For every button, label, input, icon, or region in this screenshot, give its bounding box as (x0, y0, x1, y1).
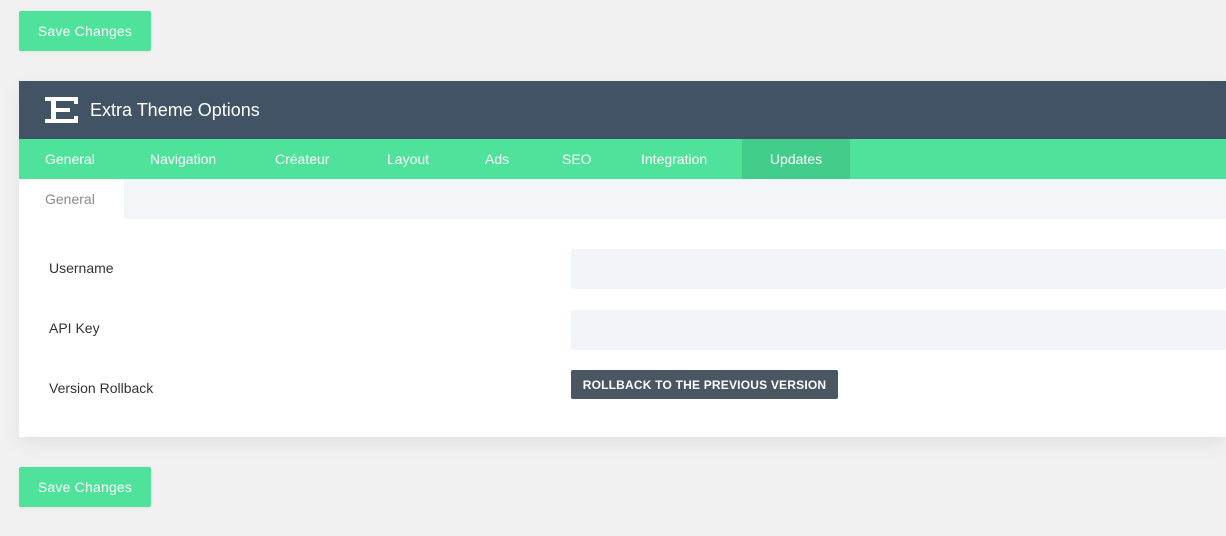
sub-tabs: General (19, 179, 1226, 220)
version-rollback-label: Version Rollback (49, 380, 154, 396)
api-key-input[interactable] (571, 310, 1226, 350)
save-changes-button-top[interactable]: Save Changes (19, 11, 151, 51)
tab-seo[interactable]: SEO (562, 139, 592, 179)
tab-general[interactable]: General (45, 139, 95, 179)
panel-header: Extra Theme Options (19, 81, 1226, 139)
tab-ads[interactable]: Ads (485, 139, 509, 179)
main-tabs: General Navigation Créateur Layout Ads S… (19, 139, 1226, 179)
subtab-general[interactable]: General (19, 179, 124, 220)
panel-title: Extra Theme Options (90, 100, 260, 120)
rollback-button[interactable]: ROLLBACK TO THE PREVIOUS VERSION (571, 370, 838, 399)
extra-logo-icon (45, 97, 78, 123)
tab-layout[interactable]: Layout (387, 139, 429, 179)
tab-navigation[interactable]: Navigation (150, 139, 216, 179)
username-input[interactable] (571, 249, 1226, 289)
save-changes-button-bottom[interactable]: Save Changes (19, 467, 151, 507)
api-key-label: API Key (49, 320, 100, 336)
theme-options-panel: Extra Theme Options General Navigation C… (19, 81, 1226, 437)
tab-integration[interactable]: Integration (641, 139, 707, 179)
username-label: Username (49, 260, 114, 276)
tab-updates[interactable]: Updates (742, 139, 850, 179)
tab-createur[interactable]: Créateur (275, 139, 329, 179)
